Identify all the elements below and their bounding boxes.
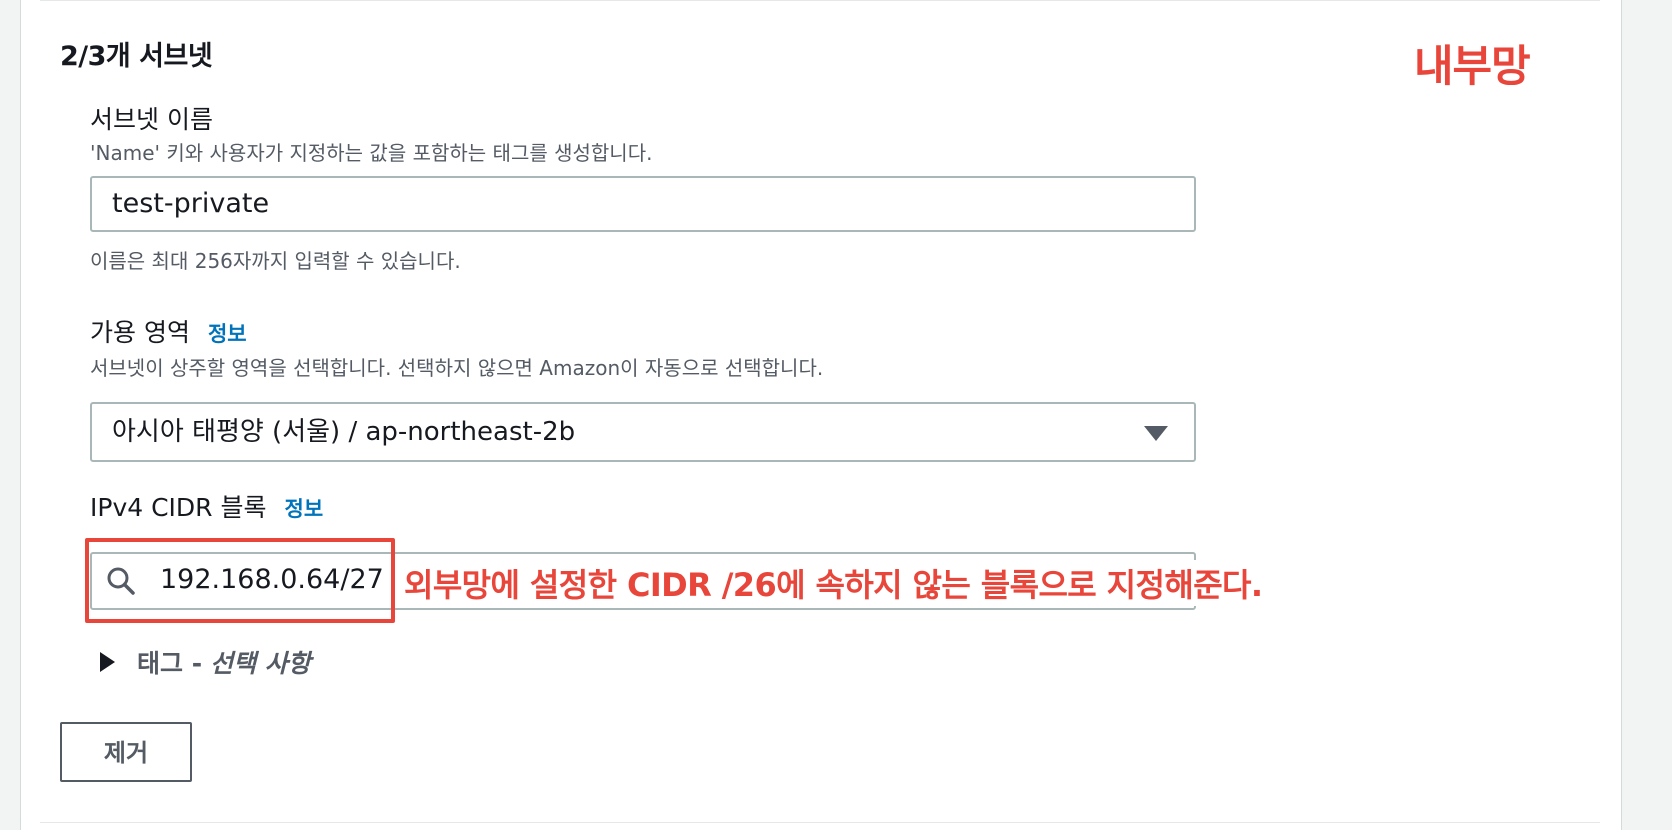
expand-triangle-icon	[100, 652, 115, 672]
annotation-highlight-box	[85, 538, 395, 623]
annotation-internal-network: 내부망	[1414, 42, 1531, 92]
subnet-name-input[interactable]: test-private	[90, 176, 1196, 232]
annotation-cidr-note: 외부망에 설정한 CIDR /26에 속하지 않는 블록으로 지정해준다.	[404, 560, 1269, 606]
availability-zone-select[interactable]: 아시아 태평양 (서울) / ap-northeast-2b	[90, 402, 1196, 462]
section-title: 2/3개 서브넷	[60, 41, 213, 72]
availability-zone-info-link[interactable]: 정보	[208, 322, 247, 346]
ipv4-cidr-label: IPv4 CIDR 블록 정보	[90, 488, 323, 524]
subnet-name-label: 서브넷 이름	[90, 105, 213, 134]
subnet-name-hint: 이름은 최대 256자까지 입력할 수 있습니다.	[90, 249, 461, 273]
top-divider	[40, 0, 1600, 1]
availability-zone-label: 가용 영역 정보	[90, 313, 247, 349]
ipv4-cidr-label-text: IPv4 CIDR 블록	[90, 493, 267, 522]
subnet-name-description: 'Name' 키와 사용자가 지정하는 값을 포함하는 태그를 생성합니다.	[90, 141, 653, 165]
availability-zone-description: 서브넷이 상주할 영역을 선택합니다. 선택하지 않으면 Amazon이 자동으…	[90, 356, 824, 380]
tags-expand-toggle[interactable]: 태그 - 선택 사항	[100, 644, 311, 680]
bottom-divider	[40, 822, 1600, 823]
dropdown-caret-icon	[1144, 426, 1168, 441]
tags-label: 태그 -	[137, 649, 203, 678]
ipv4-cidr-info-link[interactable]: 정보	[285, 497, 324, 521]
availability-zone-selected-value: 아시아 태평양 (서울) / ap-northeast-2b	[112, 417, 576, 447]
availability-zone-label-text: 가용 영역	[90, 318, 190, 347]
remove-subnet-button[interactable]: 제거	[60, 722, 192, 782]
tags-optional-label: 선택 사항	[210, 649, 311, 678]
